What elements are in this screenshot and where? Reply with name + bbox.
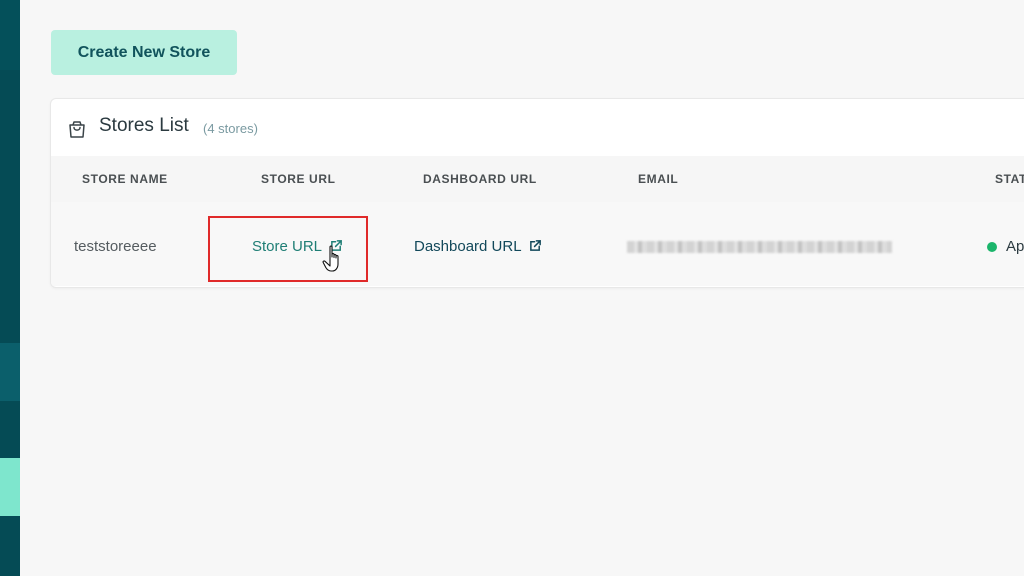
column-header-store-name: STORE NAME <box>82 172 168 186</box>
table-row: teststoreeee Store URL Dashboard URL Ap <box>51 202 1024 286</box>
sidebar <box>0 0 20 576</box>
card-header: Stores List (4 stores) <box>51 99 1024 156</box>
sidebar-item-active[interactable] <box>0 343 20 401</box>
external-link-icon <box>330 240 342 251</box>
create-new-store-button[interactable]: Create New Store <box>51 30 237 75</box>
dashboard-url-label: Dashboard URL <box>414 238 521 255</box>
dashboard-url-link[interactable]: Dashboard URL <box>414 238 542 255</box>
table-header: STORE NAME STORE URL DASHBOARD URL EMAIL… <box>51 156 1024 202</box>
store-url-link[interactable]: Store URL <box>252 238 343 255</box>
external-link-icon <box>530 240 542 251</box>
stores-list-card: Stores List (4 stores) STORE NAME STORE … <box>50 98 1024 288</box>
status-dot <box>987 242 997 252</box>
sidebar-segment <box>0 0 20 70</box>
column-header-store-url: STORE URL <box>261 172 336 186</box>
shopping-bag-icon <box>69 121 85 138</box>
status-cell: Ap <box>1006 238 1024 255</box>
column-header-status: STAT <box>995 172 1024 186</box>
column-header-email: EMAIL <box>638 172 679 186</box>
column-header-dashboard-url: DASHBOARD URL <box>423 172 537 186</box>
card-title: Stores List <box>99 115 189 136</box>
store-url-label: Store URL <box>252 238 322 255</box>
sidebar-item-highlighted[interactable] <box>0 458 20 516</box>
store-count-label: (4 stores) <box>203 121 258 136</box>
store-name-cell: teststoreeee <box>74 238 157 255</box>
email-cell-redacted <box>627 241 892 253</box>
